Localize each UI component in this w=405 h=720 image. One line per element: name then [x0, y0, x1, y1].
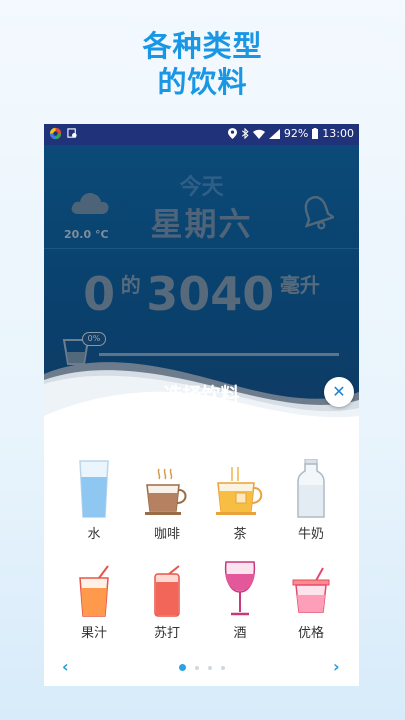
- drink-label: 优格: [297, 626, 324, 641]
- drink-label: 茶: [233, 527, 247, 542]
- bluetooth-icon: [241, 128, 249, 139]
- page-dot[interactable]: [178, 664, 186, 671]
- drink-soda[interactable]: 苏打: [132, 564, 202, 641]
- page-indicator: [44, 664, 359, 671]
- header-divider: [44, 248, 359, 249]
- cloud-icon[interactable]: [70, 188, 110, 216]
- juice-glass-icon: [79, 565, 109, 617]
- soda-can-icon: [154, 565, 180, 617]
- drink-label: 水: [87, 527, 101, 542]
- close-icon: ✕: [332, 382, 346, 401]
- phone-screen: 92% 13:00 今天 星期六 20.0 °C 0 的 3040 毫升 0% …: [44, 124, 359, 686]
- location-icon: [227, 128, 237, 139]
- drink-yogurt[interactable]: 优格: [276, 564, 346, 641]
- drink-picker: 水 咖啡 茶 牛奶 果汁 苏打 酒 优格 ‹ ›: [44, 424, 359, 686]
- status-bar: 92% 13:00: [44, 124, 359, 145]
- intake-of: 的: [120, 273, 141, 297]
- app-logo-icon: [49, 127, 62, 140]
- progress-percent: 0%: [82, 332, 106, 346]
- page-dot[interactable]: [207, 665, 212, 670]
- drink-label: 果汁: [80, 626, 107, 641]
- close-button[interactable]: ✕: [324, 377, 354, 407]
- drink-milk[interactable]: 牛奶: [276, 459, 346, 542]
- intake-unit: 毫升: [279, 273, 320, 297]
- intake-summary: 0 的 3040 毫升: [44, 267, 359, 321]
- wine-glass-icon: [224, 561, 256, 616]
- temperature-label: 20.0 °C: [64, 228, 109, 241]
- drink-wine[interactable]: 酒: [205, 560, 275, 641]
- page-dot[interactable]: [194, 665, 199, 670]
- yogurt-cup-icon: [292, 567, 330, 613]
- promo-line-2: 的饮料: [157, 65, 248, 99]
- drink-label: 苏打: [153, 626, 180, 641]
- wifi-icon: [252, 129, 265, 139]
- drink-label: 牛奶: [297, 527, 324, 542]
- drink-juice[interactable]: 果汁: [59, 564, 129, 641]
- promo-line-1: 各种类型: [142, 29, 263, 63]
- coffee-cup-icon: [145, 468, 187, 515]
- battery-icon: [312, 128, 319, 139]
- screenshot-icon: [67, 128, 77, 138]
- drink-label: 咖啡: [153, 527, 180, 542]
- drink-coffee[interactable]: 咖啡: [132, 459, 202, 542]
- page-dot[interactable]: [220, 665, 225, 670]
- drink-tea[interactable]: 茶: [205, 459, 275, 542]
- water-glass-icon: [79, 460, 109, 518]
- drink-label: 酒: [233, 626, 247, 641]
- signal-icon: [268, 128, 280, 139]
- drink-water[interactable]: 水: [59, 459, 129, 542]
- clock: 13:00: [322, 127, 354, 140]
- bell-icon[interactable]: [300, 193, 334, 231]
- intake-goal: 3040: [146, 267, 275, 321]
- sheet-title: 选择饮料: [163, 384, 240, 406]
- intake-current: 0: [83, 267, 116, 321]
- milk-bottle-icon: [297, 459, 325, 518]
- tea-cup-icon: [216, 467, 263, 515]
- battery-percent: 92%: [283, 127, 309, 140]
- promo-heading: 各种类型 的饮料: [0, 28, 405, 100]
